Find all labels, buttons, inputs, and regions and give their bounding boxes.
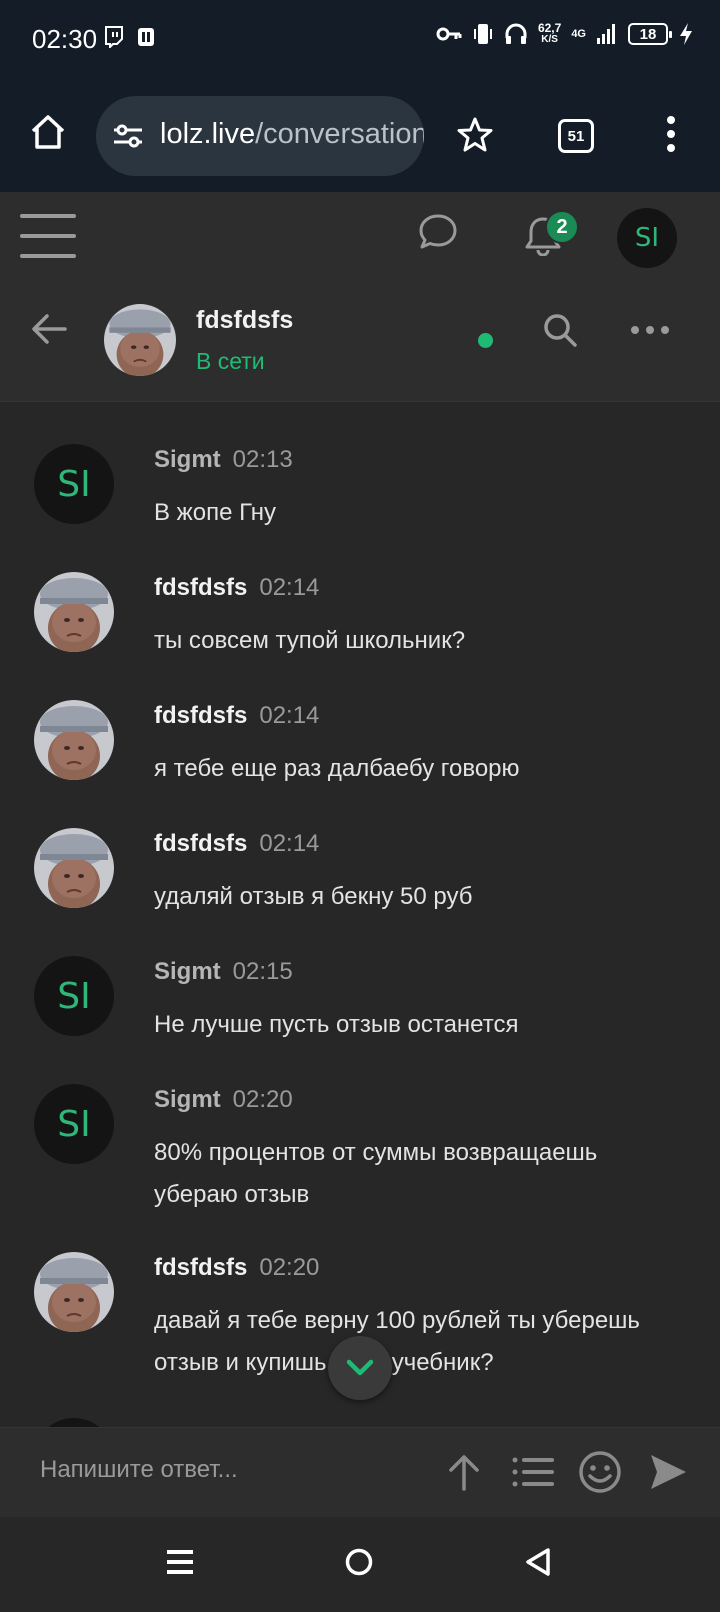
sender-avatar[interactable] (34, 828, 114, 908)
network-speed: 62,7 K/S (537, 21, 562, 45)
contact-photo (104, 304, 176, 376)
chevron-down-icon (346, 1359, 374, 1376)
key-icon (436, 27, 462, 41)
online-indicator (478, 333, 493, 348)
reply-input[interactable] (40, 1456, 420, 1484)
message-author[interactable]: Sigmt (154, 958, 221, 985)
upload-arrow-icon[interactable] (446, 1452, 482, 1492)
browser-toolbar: lolz.live/conversations/ 51 (0, 82, 720, 192)
message-text: В жопе Гну (154, 499, 276, 526)
home-circle-icon[interactable] (344, 1547, 374, 1577)
message-meta: fdsfdsfs 02:20 (154, 1254, 319, 1282)
sender-avatar[interactable] (34, 700, 114, 780)
battery-indicator: 18 (628, 23, 672, 45)
url-text: lolz.live/conversations/ (160, 118, 424, 150)
url-bar[interactable]: lolz.live/conversations/ (96, 96, 424, 176)
contact-name: fdsfdsfs (196, 306, 294, 334)
message-text: ты совсем тупой школьник? (154, 627, 466, 654)
message-meta: Sigmt 02:20 (154, 1086, 293, 1114)
sender-avatar[interactable] (34, 1252, 114, 1332)
notification-count-badge: 2 (545, 210, 579, 244)
sender-avatar[interactable]: SI (34, 1084, 114, 1164)
headphones-icon (505, 23, 527, 44)
message-meta: Sigmt 02:15 (154, 958, 293, 986)
message-time: 02:20 (232, 1086, 293, 1113)
message-author[interactable]: fdsfdsfs (154, 830, 247, 857)
message-time: 02:14 (259, 574, 320, 601)
browser-menu-icon[interactable] (664, 114, 678, 154)
back-arrow-icon[interactable] (30, 312, 68, 346)
search-icon[interactable] (542, 312, 578, 348)
contact-avatar[interactable] (104, 304, 176, 376)
network-type: 4G (571, 28, 586, 40)
status-time: 02:30 (32, 24, 98, 54)
recent-apps-icon[interactable] (166, 1547, 194, 1577)
message-author[interactable]: fdsfdsfs (154, 702, 247, 729)
message-meta: fdsfdsfs 02:14 (154, 702, 319, 730)
system-navigation-bar (0, 1517, 720, 1612)
message-author[interactable]: Sigmt (154, 446, 221, 473)
message-text: 80% процентов от суммы возвращаешь убера… (154, 1139, 598, 1208)
message-text: удаляй отзыв я бекну 50 руб (154, 883, 473, 910)
message-text: я тебе еще раз далбаебу говорю (154, 755, 520, 782)
conversation-header: fdsfdsfs В сети (0, 288, 720, 402)
back-triangle-icon[interactable] (524, 1547, 552, 1577)
message-time: 02:13 (232, 446, 293, 473)
sender-photo (34, 1252, 114, 1332)
app-notification-icon (138, 28, 154, 46)
sender-photo (34, 700, 114, 780)
tab-switcher-button[interactable]: 51 (558, 119, 594, 153)
bookmark-star-icon[interactable] (456, 116, 494, 154)
site-header: 2 (0, 192, 720, 288)
contact-status: В сети (196, 348, 265, 374)
reply-bar (0, 1427, 720, 1517)
message-meta: fdsfdsfs 02:14 (154, 830, 319, 858)
sender-avatar[interactable]: SI (34, 956, 114, 1036)
status-bar: 02:30 62,7 K/S 4G 18 (0, 0, 720, 82)
message-author[interactable]: fdsfdsfs (154, 574, 247, 601)
message-text: давай я тебе верну 100 рублей ты уберешь… (154, 1307, 640, 1376)
message-author[interactable]: Sigmt (154, 1086, 221, 1113)
charging-icon (680, 23, 692, 45)
message-time: 02:15 (232, 958, 293, 985)
message-time: 02:20 (259, 1254, 320, 1281)
more-options-icon[interactable] (630, 324, 670, 336)
message-author[interactable]: fdsfdsfs (154, 1254, 247, 1281)
sender-photo (34, 828, 114, 908)
message-time: 02:14 (259, 702, 320, 729)
site-settings-icon[interactable] (112, 122, 144, 150)
twitch-icon (105, 26, 123, 48)
home-icon[interactable] (28, 112, 68, 152)
chat-icon[interactable] (418, 212, 458, 252)
vibrate-icon (473, 24, 492, 44)
message-time: 02:14 (259, 830, 320, 857)
hamburger-menu-icon[interactable] (20, 212, 76, 260)
sender-avatar[interactable]: SI (34, 444, 114, 524)
sender-photo (34, 572, 114, 652)
user-avatar[interactable]: SI (617, 208, 677, 268)
message-meta: fdsfdsfs 02:14 (154, 574, 319, 602)
list-format-icon[interactable] (512, 1456, 554, 1488)
message-list[interactable]: SI Sigmt 02:13 В жопе Гну fdsfdsfs 02:14 т… (0, 402, 720, 1427)
signal-icon (597, 24, 615, 44)
send-icon[interactable] (648, 1452, 688, 1492)
message-meta: Sigmt 02:13 (154, 446, 293, 474)
message-text: Не лучше пусть отзыв останется (154, 1011, 519, 1038)
sender-avatar[interactable] (34, 1418, 114, 1427)
scroll-to-bottom-button[interactable] (328, 1336, 392, 1400)
sender-avatar[interactable] (34, 572, 114, 652)
emoji-smiley-icon[interactable] (578, 1450, 622, 1494)
